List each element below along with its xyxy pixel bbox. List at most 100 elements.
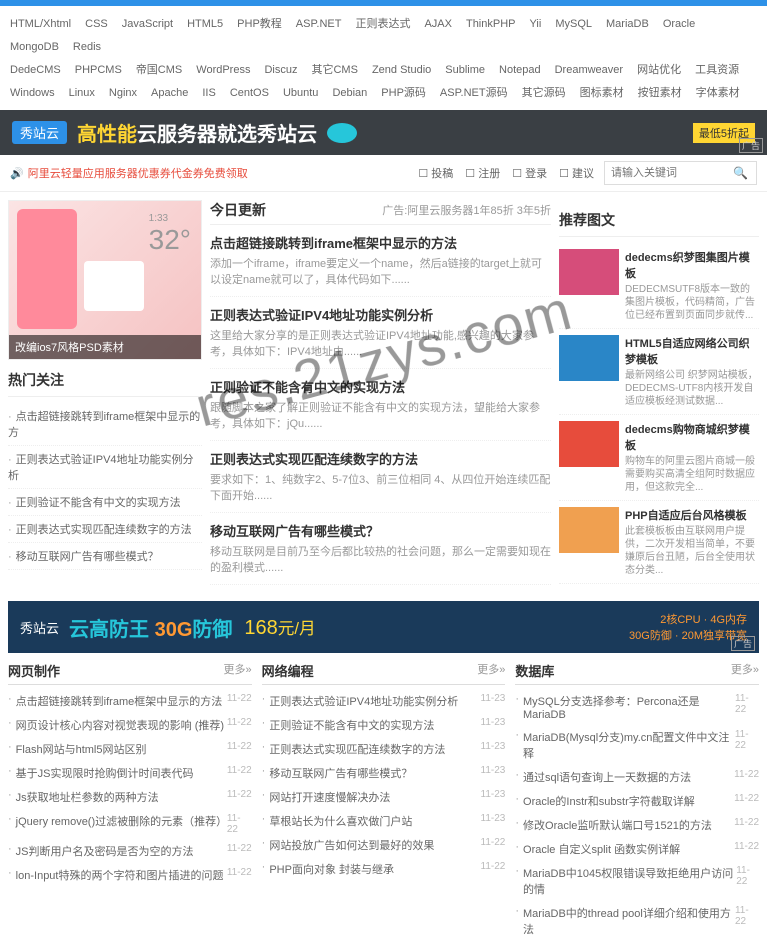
nav-tag[interactable]: 按钮素材: [638, 82, 682, 104]
nav-tag[interactable]: JavaScript: [122, 13, 173, 35]
nav-tag[interactable]: PHP源码: [381, 82, 426, 104]
today-ad[interactable]: 广告:阿里云服务器1年85折 3年5折: [382, 202, 551, 218]
list-item[interactable]: lon-Input特殊的两个字符和图片插进的问题11-22: [8, 863, 252, 887]
nav-tag[interactable]: CentOS: [230, 82, 269, 104]
nav-tag[interactable]: ASP.NET: [296, 13, 342, 35]
banner-top[interactable]: 秀站云 高性能云服务器就选秀站云 最低5折起 广告: [0, 110, 767, 155]
list-item[interactable]: 点击超链接跳转到iframe框架中显示的方法11-22: [8, 689, 252, 713]
nav-tag[interactable]: Dreamweaver: [555, 59, 623, 81]
list-item[interactable]: JS判断用户名及密码是否为空的方法11-22: [8, 839, 252, 863]
rec-item[interactable]: PHP自适应后台风格模板此套模板板由互联网用户提供，二次开发相当简单，不要嫌原后…: [559, 501, 759, 584]
article-item[interactable]: 正则表达式实现匹配连续数字的方法要求如下：1、纯数字2、5-7位3、前三位相同 …: [210, 441, 551, 513]
nav-tag[interactable]: 帝国CMS: [136, 59, 182, 81]
hot-item[interactable]: 点击超链接跳转到iframe框架中显示的方: [8, 403, 202, 446]
rec-item[interactable]: dedecms织梦图集图片模板DEDECMSUTF8版本一致的集图片模板，代码精…: [559, 243, 759, 329]
search-box: 🔍: [604, 161, 757, 185]
article-item[interactable]: 点击超链接跳转到iframe框架中显示的方法添加一个iframe，iframe要…: [210, 225, 551, 297]
col-title: 网页制作: [8, 661, 60, 680]
nav-tag[interactable]: Oracle: [663, 13, 695, 35]
list-item[interactable]: 正则表达式实现匹配连续数字的方法11-23: [262, 737, 506, 761]
banner-logo: 秀站云: [12, 121, 67, 144]
nav-tag[interactable]: 字体素材: [696, 82, 740, 104]
hot-item[interactable]: 移动互联网广告有哪些模式？: [8, 543, 202, 570]
list-item[interactable]: 正则验证不能含有中文的实现方法11-23: [262, 713, 506, 737]
hot-item[interactable]: 正则表达式验证IPV4地址功能实例分析: [8, 446, 202, 489]
list-item[interactable]: 正则表达式验证IPV4地址功能实例分析11-23: [262, 689, 506, 713]
list-item[interactable]: MySQL分支选择参考：Percona还是MariaDB11-22: [515, 689, 759, 725]
nav-tag[interactable]: Discuz: [264, 59, 297, 81]
article-desc: 这里给大家分享的是正则表达式验证IPV4地址功能,感兴趣的大家参考，具体如下：I…: [210, 328, 551, 360]
nav-tag[interactable]: 网站优化: [637, 59, 681, 81]
hot-item[interactable]: 正则表达式实现匹配连续数字的方法: [8, 516, 202, 543]
notice-link[interactable]: 🔊阿里云轻量应用服务器优惠券代金券免费领取: [10, 165, 248, 181]
list-item[interactable]: MariaDB中的thread pool详细介绍和使用方法11-22: [515, 901, 759, 941]
list-item[interactable]: 草根站长为什么喜欢做门户站11-23: [262, 809, 506, 833]
sound-icon: 🔊: [10, 168, 24, 180]
nav-tag[interactable]: IIS: [202, 82, 215, 104]
nav-tag[interactable]: Windows: [10, 82, 55, 104]
action-link[interactable]: ☐ 登录: [512, 165, 547, 181]
list-item[interactable]: jQuery remove()过滤被删除的元素（推荐）11-22: [8, 809, 252, 839]
list-item[interactable]: MariaDB中1045权限错误导致拒绝用户访问的情11-22: [515, 861, 759, 901]
nav-tag[interactable]: 图标素材: [580, 82, 624, 104]
nav-tag[interactable]: Ubuntu: [283, 82, 318, 104]
list-item[interactable]: Js获取地址栏参数的两种方法11-22: [8, 785, 252, 809]
list-item[interactable]: 基于JS实现限时抢购倒计时间表代码11-22: [8, 761, 252, 785]
more-link[interactable]: 更多»: [731, 661, 759, 680]
nav-tag[interactable]: 其它CMS: [311, 59, 357, 81]
article-item[interactable]: 正则表达式验证IPV4地址功能实例分析这里给大家分享的是正则表达式验证IPV4地…: [210, 297, 551, 369]
nav-tag[interactable]: Yii: [530, 13, 542, 35]
nav-tag[interactable]: Debian: [332, 82, 367, 104]
slider-caption: 改编ios7风格PSD素材: [9, 335, 201, 359]
list-item[interactable]: 移动互联网广告有哪些模式？11-23: [262, 761, 506, 785]
nav-tag[interactable]: 正则表达式: [355, 13, 410, 35]
list-item[interactable]: 通过sql语句查询上一天数据的方法11-22: [515, 765, 759, 789]
nav-tag[interactable]: Nginx: [109, 82, 137, 104]
nav-tag[interactable]: PHP教程: [237, 13, 282, 35]
list-item[interactable]: 网站打开速度慢解决办法11-23: [262, 785, 506, 809]
more-link[interactable]: 更多»: [477, 661, 505, 680]
nav-tag[interactable]: Notepad: [499, 59, 541, 81]
list-item[interactable]: Oracle 自定义split 函数实例详解11-22: [515, 837, 759, 861]
nav-tag[interactable]: DedeCMS: [10, 59, 61, 81]
more-link[interactable]: 更多»: [224, 661, 252, 680]
nav-tag[interactable]: Linux: [69, 82, 95, 104]
nav-tag[interactable]: 工具资源: [695, 59, 739, 81]
nav-tag[interactable]: AJAX: [424, 13, 452, 35]
slider[interactable]: 1:3332° 改编ios7风格PSD素材: [8, 200, 202, 360]
article-item[interactable]: 移动互联网广告有哪些模式？移动互联网是目前乃至今后都比较热的社会问题，那么一定需…: [210, 513, 551, 585]
nav-tag[interactable]: ThinkPHP: [466, 13, 516, 35]
search-icon[interactable]: 🔍: [725, 162, 756, 184]
nav-tag[interactable]: MySQL: [555, 13, 592, 35]
rec-item[interactable]: HTML5自适应网络公司织梦模板最新网络公司 织梦网站模板，DEDECMS-UT…: [559, 329, 759, 415]
nav-tag[interactable]: Apache: [151, 82, 188, 104]
action-link[interactable]: ☐ 投稿: [418, 165, 453, 181]
list-item[interactable]: 网页设计核心内容对视觉表现的影响 (推荐)11-22: [8, 713, 252, 737]
nav-tag[interactable]: 其它源码: [522, 82, 566, 104]
list-item[interactable]: 修改Oracle监听默认端口号1521的方法11-22: [515, 813, 759, 837]
banner-mid[interactable]: 秀站云 云高防王 30G防御 168元/月 2核CPU · 4G内存30G防御 …: [8, 601, 759, 653]
nav-tag[interactable]: WordPress: [196, 59, 250, 81]
action-link[interactable]: ☐ 建议: [559, 165, 594, 181]
nav-tag[interactable]: HTML/Xhtml: [10, 13, 71, 35]
nav-tag[interactable]: ASP.NET源码: [440, 82, 508, 104]
list-item[interactable]: MariaDB(Mysql分支)my.cn配置文件中文注释11-22: [515, 725, 759, 765]
nav-tag[interactable]: CSS: [85, 13, 108, 35]
nav-tag[interactable]: Zend Studio: [372, 59, 431, 81]
nav-tag[interactable]: Redis: [73, 36, 101, 58]
action-link[interactable]: ☐ 注册: [465, 165, 500, 181]
article-item[interactable]: 正则验证不能含有中文的实现方法跟随脚本之家了解正则验证不能含有中文的实现方法，望…: [210, 369, 551, 441]
list-item[interactable]: PHP面向对象 封装与继承11-22: [262, 857, 506, 881]
rec-item[interactable]: dedecms购物商城织梦模板购物车的阿里云图片商城一般需要购买高清全组阿时数据…: [559, 415, 759, 501]
nav-tag[interactable]: PHPCMS: [75, 59, 122, 81]
nav-tag[interactable]: HTML5: [187, 13, 223, 35]
list-item[interactable]: Oracle的Instr和substr字符截取详解11-22: [515, 789, 759, 813]
nav-tag[interactable]: MongoDB: [10, 36, 59, 58]
hot-item[interactable]: 正则验证不能含有中文的实现方法: [8, 489, 202, 516]
list-item[interactable]: Flash网站与html5网站区别11-22: [8, 737, 252, 761]
article-desc: 添加一个iframe，iframe要定义一个name，然后a链接的target上…: [210, 256, 551, 288]
search-input[interactable]: [605, 163, 725, 183]
list-item[interactable]: 网站投放广告如何达到最好的效果11-22: [262, 833, 506, 857]
nav-tag[interactable]: Sublime: [445, 59, 485, 81]
nav-tag[interactable]: MariaDB: [606, 13, 649, 35]
